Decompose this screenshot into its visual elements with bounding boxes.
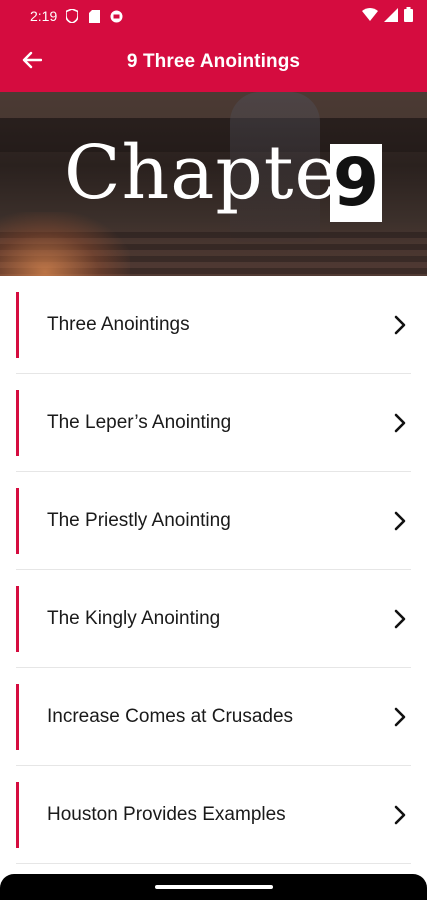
chevron-right-icon — [393, 609, 407, 629]
status-time: 2:19 — [30, 8, 58, 24]
arrow-left-icon — [22, 51, 43, 74]
app-bar: 9 Three Anointings — [0, 32, 427, 92]
list-item-accent — [16, 292, 19, 358]
chapter-number: 9 — [330, 144, 382, 222]
list-item-label: Three Anointings — [47, 314, 190, 335]
banner-decor-glow — [0, 212, 130, 276]
status-bar: 2:19 — [0, 0, 427, 32]
list-item-label: Increase Comes at Crusades — [47, 706, 294, 727]
list-item-accent — [16, 488, 19, 554]
chevron-right-icon — [393, 805, 407, 825]
shield-icon — [65, 9, 79, 23]
list-item[interactable]: The Kingly Anointing — [0, 570, 427, 668]
list-item-accent — [16, 390, 19, 456]
list-item-label: The Priestly Anointing — [47, 510, 231, 531]
signal-icon — [384, 7, 398, 25]
list-item-label: The Leper’s Anointing — [47, 412, 232, 433]
sim-card-icon — [87, 9, 101, 23]
list-item-accent — [16, 684, 19, 750]
list-item[interactable]: Houston Provides Examples — [0, 766, 427, 864]
wifi-icon — [362, 8, 378, 24]
home-gesture-handle[interactable] — [155, 885, 273, 889]
page-title: 9 Three Anointings — [126, 51, 301, 72]
list-item-label: The Kingly Anointing — [47, 608, 221, 629]
list-item-accent — [16, 586, 19, 652]
chevron-right-icon — [393, 413, 407, 433]
section-list: Three Anointings The Leper’s Anointing T… — [0, 276, 427, 864]
list-item-label: Houston Provides Examples — [47, 804, 286, 825]
app-notification-icon — [109, 9, 123, 23]
banner-decor-rail — [0, 92, 427, 118]
status-right — [362, 7, 413, 25]
status-left: 2:19 — [30, 8, 123, 24]
battery-icon — [404, 7, 413, 25]
divider — [16, 863, 411, 864]
list-item[interactable]: Increase Comes at Crusades — [0, 668, 427, 766]
list-item[interactable]: The Priestly Anointing — [0, 472, 427, 570]
chevron-right-icon — [393, 511, 407, 531]
chevron-right-icon — [393, 707, 407, 727]
list-item-accent — [16, 782, 19, 848]
back-button[interactable] — [16, 46, 48, 78]
chevron-right-icon — [393, 315, 407, 335]
system-nav-bar — [0, 874, 427, 900]
list-item[interactable]: The Leper’s Anointing — [0, 374, 427, 472]
list-item[interactable]: Three Anointings — [0, 276, 427, 374]
chapter-word: Chapter — [64, 130, 376, 216]
